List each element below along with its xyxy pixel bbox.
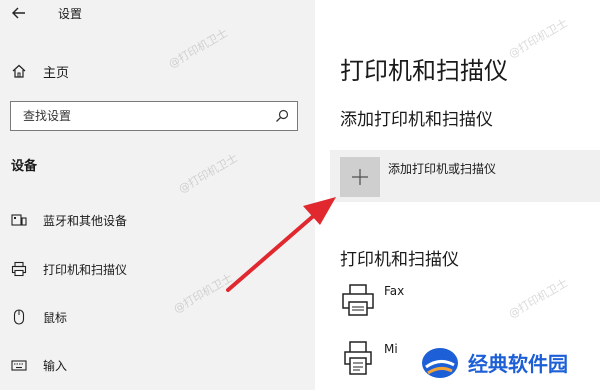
printer-name: Mi [384,342,398,356]
search-input[interactable] [23,106,253,126]
sidebar-item-label: 主页 [43,65,70,81]
sidebar-item-label: 蓝牙和其他设备 [43,213,128,228]
mouse-icon [11,309,27,325]
sidebar-item-label: 鼠标 [43,310,68,325]
printer-doc-icon [344,341,372,375]
sidebar-item-label: 输入 [43,358,68,373]
page-title: 打印机和扫描仪 [340,57,508,85]
add-printer-button[interactable]: 添加打印机或扫描仪 [330,150,600,202]
sidebar-item-mouse[interactable]: 鼠标 [11,305,67,329]
settings-search-box[interactable] [10,101,298,131]
brand-name: 经典软件园 [468,352,568,376]
bluetooth-devices-icon [11,212,27,228]
section-title-printers: 打印机和扫描仪 [340,250,459,270]
printer-icon [11,261,27,277]
plus-icon [340,157,380,197]
sidebar-item-printers[interactable]: 打印机和扫描仪 [11,257,127,281]
section-heading-devices: 设备 [11,159,38,174]
sidebar-item-input[interactable]: 输入 [11,353,67,377]
sidebar-item-label: 打印机和扫描仪 [43,262,128,277]
window-title: 设置 [58,7,83,21]
keyboard-icon [11,357,27,373]
section-title-add: 添加打印机和扫描仪 [340,110,493,130]
settings-sidebar: 设置 主页 设备 蓝牙和其他设备 [0,0,315,390]
add-printer-label: 添加打印机或扫描仪 [388,162,497,176]
home-icon [12,64,26,78]
brand-logo-icon [422,347,458,378]
back-arrow-icon[interactable] [10,4,28,22]
sidebar-item-bluetooth[interactable]: 蓝牙和其他设备 [11,208,127,232]
printer-name: Fax [384,284,405,298]
search-icon[interactable] [275,109,289,123]
fax-icon [342,284,374,316]
sidebar-item-home[interactable]: 主页 [11,60,69,82]
brand-badge: 经典软件园 [420,340,595,385]
